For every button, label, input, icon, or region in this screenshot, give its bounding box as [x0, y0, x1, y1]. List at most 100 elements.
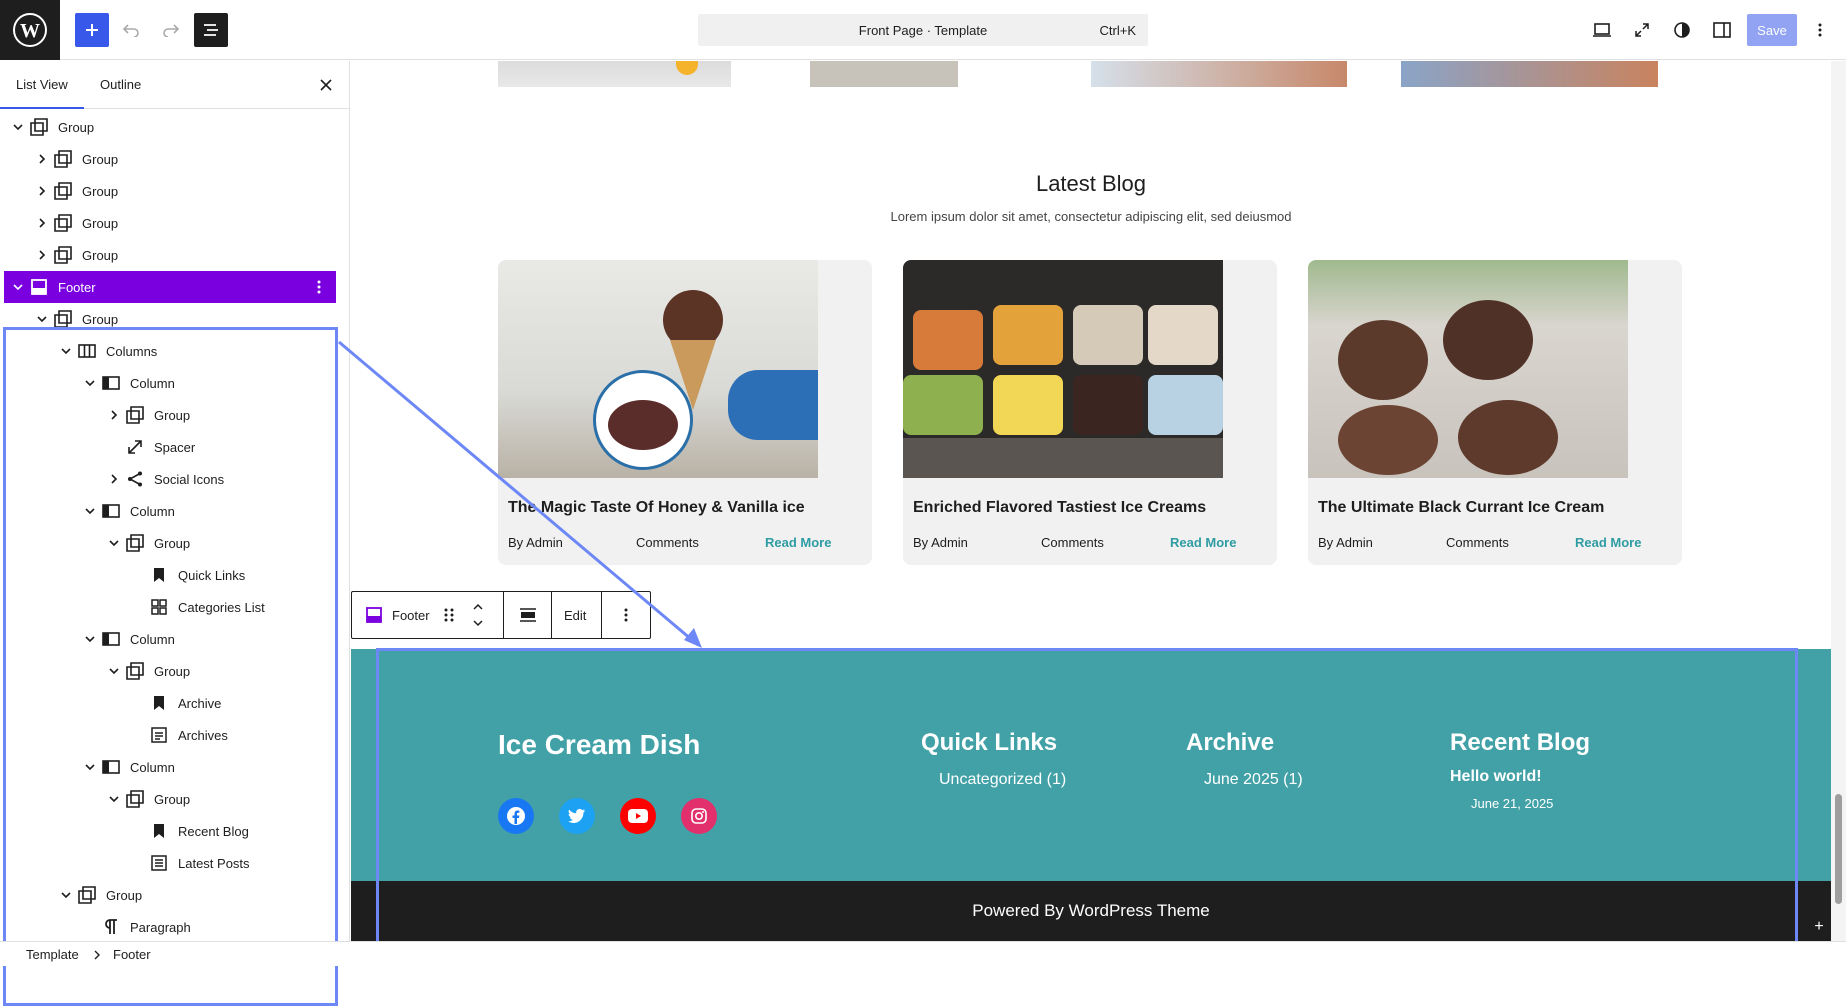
- facebook-icon[interactable]: [498, 798, 534, 834]
- more-vertical-icon[interactable]: [310, 278, 328, 296]
- read-more-link[interactable]: Read More: [765, 535, 831, 550]
- powered-by-text[interactable]: Powered By WordPress Theme: [351, 881, 1831, 941]
- twitter-icon[interactable]: [559, 798, 595, 834]
- block-switcher[interactable]: Footer: [352, 592, 504, 638]
- list-view-item[interactable]: Archives: [4, 719, 336, 751]
- chevron-down-icon[interactable]: [12, 281, 24, 293]
- recent-blog-heading[interactable]: Recent Blog: [1450, 729, 1590, 757]
- latest-blog-subtitle[interactable]: Lorem ipsum dolor sit amet, consectetur …: [351, 209, 1831, 224]
- chevron-right-icon[interactable]: [36, 153, 48, 165]
- list-view-item[interactable]: Columns: [4, 335, 336, 367]
- blog-card-comments[interactable]: Comments: [1041, 535, 1104, 550]
- blog-card-comments[interactable]: Comments: [636, 535, 699, 550]
- blog-card-title[interactable]: Enriched Flavored Tastiest Ice Creams: [913, 499, 1206, 517]
- list-view-item[interactable]: Group: [4, 879, 336, 911]
- list-view-item[interactable]: Quick Links: [4, 559, 336, 591]
- command-palette-button[interactable]: Front Page · Template Ctrl+K: [698, 14, 1148, 46]
- blog-card-comments[interactable]: Comments: [1446, 535, 1509, 550]
- settings-sidebar-button[interactable]: [1705, 13, 1739, 47]
- canvas-scrollbar[interactable]: [1831, 61, 1846, 941]
- blog-card[interactable]: The Ultimate Black Currant Ice Cream By …: [1308, 260, 1682, 565]
- blog-card[interactable]: The Magic Taste Of Honey & Vanilla ice B…: [498, 260, 872, 565]
- fullscreen-button[interactable]: [1625, 13, 1659, 47]
- edit-template-part-button[interactable]: Edit: [552, 592, 602, 638]
- list-view-item[interactable]: Footer: [4, 271, 336, 303]
- document-overview-button[interactable]: [194, 13, 228, 47]
- list-view-item[interactable]: Group: [4, 783, 336, 815]
- chevron-down-icon[interactable]: [108, 537, 120, 549]
- list-view-item[interactable]: Group: [4, 143, 336, 175]
- chevron-down-icon[interactable]: [36, 313, 48, 325]
- breadcrumb-footer[interactable]: Footer: [113, 947, 151, 962]
- list-view-item[interactable]: Archive: [4, 687, 336, 719]
- blog-card-title[interactable]: The Ultimate Black Currant Ice Cream: [1318, 499, 1604, 517]
- list-view-item[interactable]: Group: [4, 239, 336, 271]
- list-view-item[interactable]: Group: [4, 303, 336, 335]
- list-view-item[interactable]: Group: [4, 399, 336, 431]
- chevron-right-icon[interactable]: [36, 217, 48, 229]
- options-button[interactable]: [1806, 13, 1834, 47]
- list-view-item[interactable]: Group: [4, 527, 336, 559]
- list-view-item[interactable]: Group: [4, 111, 336, 143]
- site-title[interactable]: Ice Cream Dish: [498, 729, 700, 761]
- sidebar-icon: [1713, 22, 1731, 38]
- breadcrumb-template[interactable]: Template: [26, 947, 79, 962]
- redo-button[interactable]: [154, 13, 188, 47]
- list-view-item[interactable]: Group: [4, 655, 336, 687]
- chevron-down-icon[interactable]: [60, 345, 72, 357]
- read-more-link[interactable]: Read More: [1575, 535, 1641, 550]
- list-view-item[interactable]: Categories List: [4, 591, 336, 623]
- add-block-button[interactable]: [75, 13, 109, 47]
- device-preview-button[interactable]: [1585, 13, 1619, 47]
- list-view-item[interactable]: Column: [4, 751, 336, 783]
- list-view-item[interactable]: Spacer: [4, 431, 336, 463]
- chevron-down-icon[interactable]: [84, 505, 96, 517]
- list-view-item[interactable]: Column: [4, 623, 336, 655]
- more-vertical-icon: [624, 608, 628, 622]
- save-button[interactable]: Save: [1747, 14, 1797, 46]
- tab-outline[interactable]: Outline: [84, 61, 157, 109]
- chevron-right-icon[interactable]: [36, 249, 48, 261]
- drag-handle-icon[interactable]: [444, 607, 454, 623]
- blog-card[interactable]: Enriched Flavored Tastiest Ice Creams By…: [903, 260, 1277, 565]
- block-options-button[interactable]: [602, 592, 650, 638]
- archive-heading[interactable]: Archive: [1186, 729, 1274, 757]
- chevron-right-icon[interactable]: [108, 473, 120, 485]
- chevron-down-icon[interactable]: [84, 633, 96, 645]
- latest-blog-heading[interactable]: Latest Blog: [351, 171, 1831, 197]
- read-more-link[interactable]: Read More: [1170, 535, 1236, 550]
- scrollbar-thumb[interactable]: [1835, 794, 1842, 904]
- list-view-item[interactable]: Column: [4, 495, 336, 527]
- styles-button[interactable]: [1665, 13, 1699, 47]
- chevron-down-icon[interactable]: [108, 793, 120, 805]
- quick-links-heading[interactable]: Quick Links: [921, 729, 1057, 757]
- category-link[interactable]: Uncategorized (1): [939, 771, 1066, 789]
- archive-link[interactable]: June 2025 (1): [1204, 771, 1303, 789]
- list-view-item[interactable]: Social Icons: [4, 463, 336, 495]
- align-button[interactable]: [504, 592, 552, 638]
- inserter-plus-icon[interactable]: +: [1810, 918, 1828, 936]
- chevron-down-icon[interactable]: [84, 761, 96, 773]
- chevron-down-icon[interactable]: [60, 889, 72, 901]
- move-up-down-icon[interactable]: [472, 600, 484, 630]
- chevron-down-icon[interactable]: [12, 121, 24, 133]
- blog-card-title[interactable]: The Magic Taste Of Honey & Vanilla ice: [508, 499, 805, 517]
- youtube-icon[interactable]: [620, 798, 656, 834]
- chevron-right-icon[interactable]: [108, 409, 120, 421]
- chevron-down-icon[interactable]: [84, 377, 96, 389]
- undo-button[interactable]: [114, 13, 148, 47]
- instagram-icon[interactable]: [681, 798, 717, 834]
- list-view-item[interactable]: Group: [4, 207, 336, 239]
- footer-template-part[interactable]: Ice Cream Dish Quick Links Uncategorized…: [351, 649, 1831, 941]
- wordpress-logo-icon[interactable]: W: [0, 0, 60, 60]
- close-sidebar-button[interactable]: [316, 75, 336, 95]
- list-view-item[interactable]: Column: [4, 367, 336, 399]
- tab-list-view[interactable]: List View: [0, 61, 84, 109]
- chevron-down-icon[interactable]: [108, 665, 120, 677]
- list-view-item[interactable]: Latest Posts: [4, 847, 336, 879]
- list-view-item[interactable]: Recent Blog: [4, 815, 336, 847]
- list-view-item[interactable]: Paragraph: [4, 911, 336, 943]
- chevron-right-icon[interactable]: [36, 185, 48, 197]
- list-view-item[interactable]: Group: [4, 175, 336, 207]
- recent-post-link[interactable]: Hello world!: [1450, 768, 1542, 786]
